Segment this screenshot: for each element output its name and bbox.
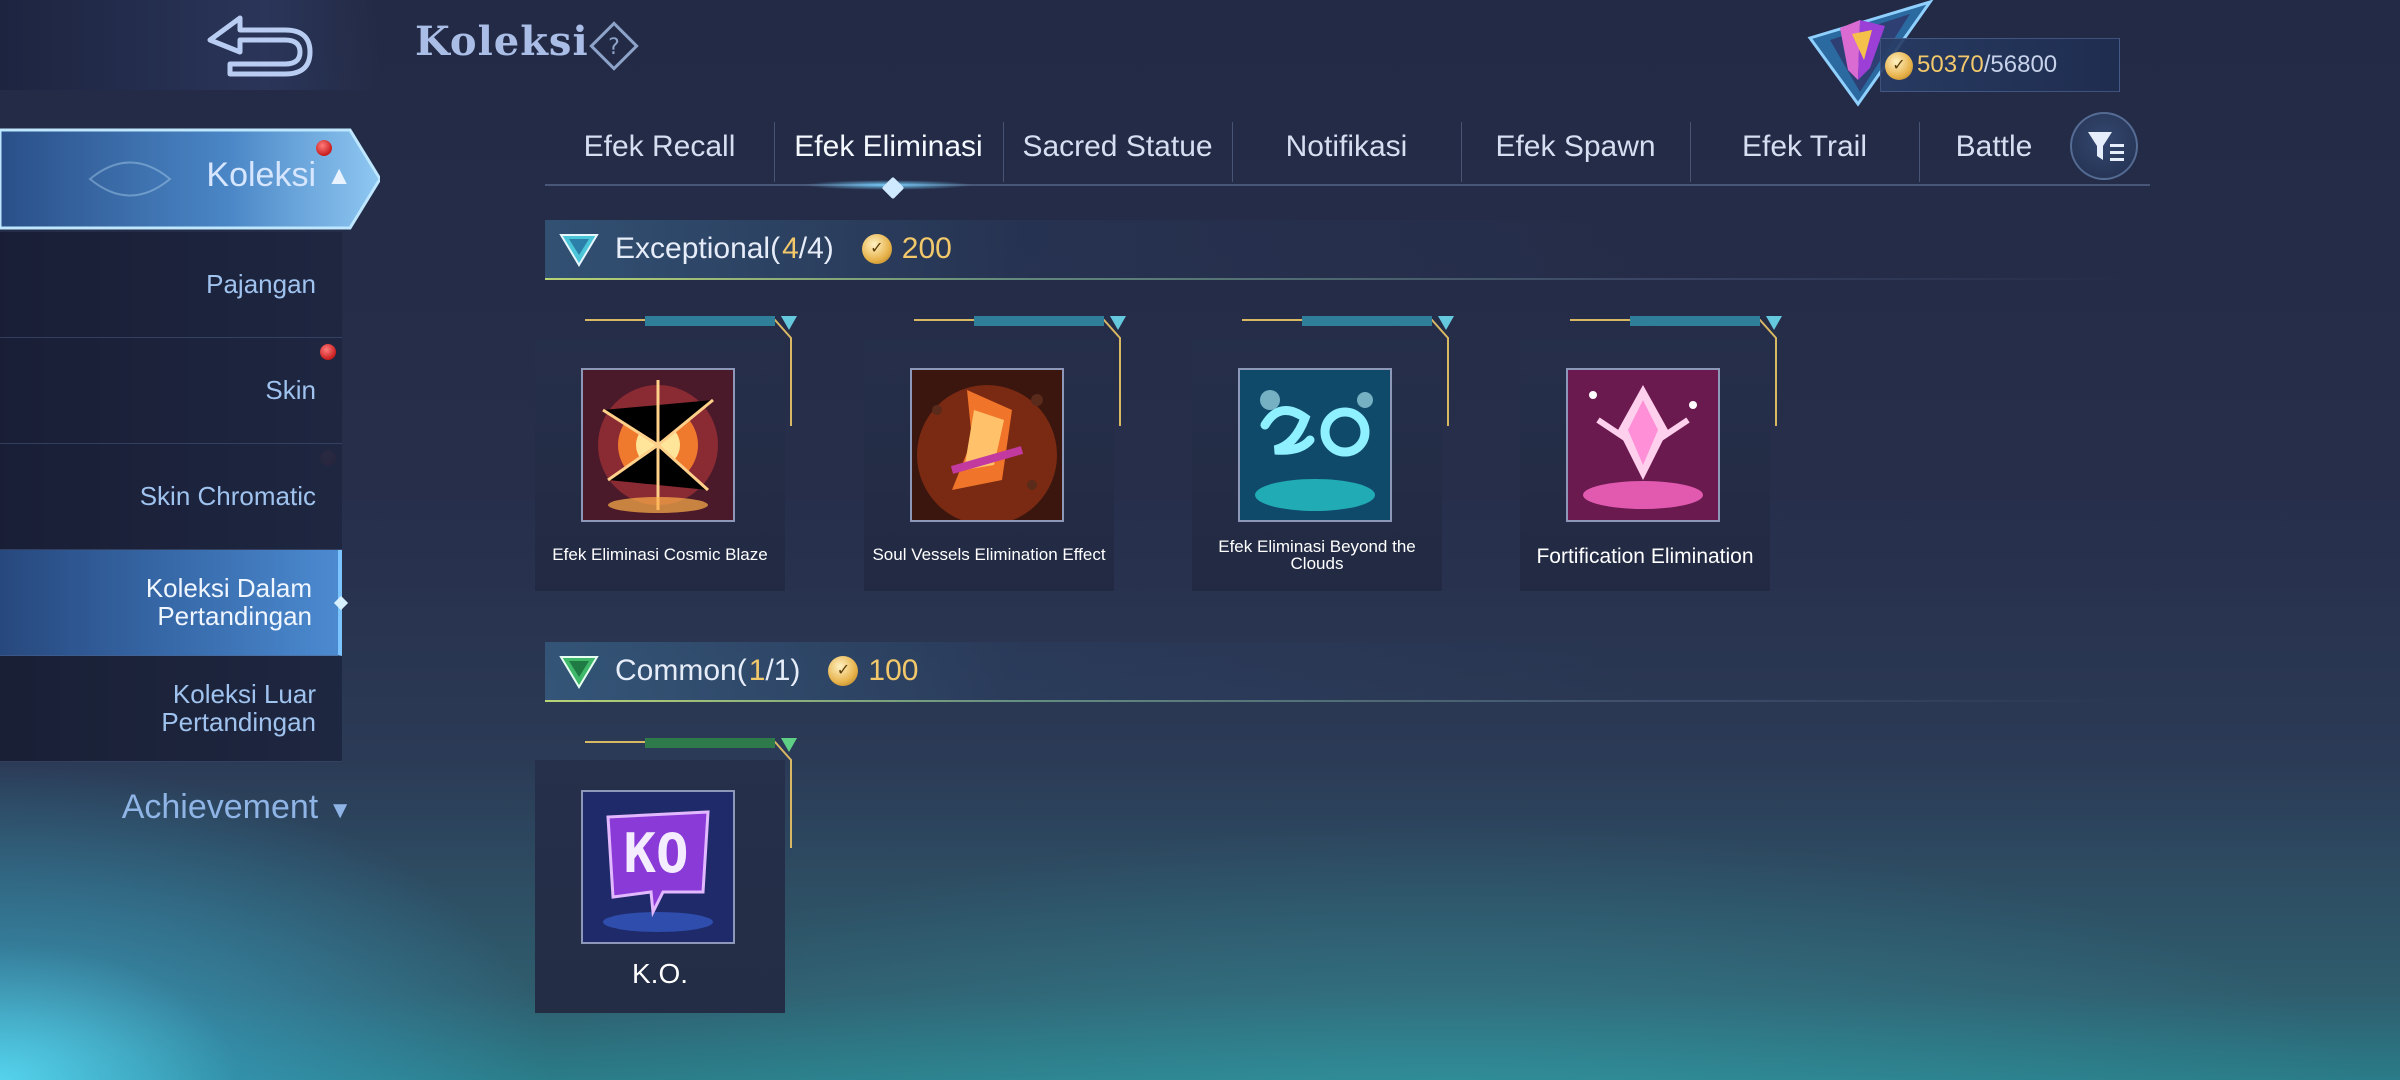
section-name: Exceptional( — [615, 232, 781, 265]
section-exceptional-header: Exceptional(4/4) ✓ 200 — [545, 220, 2125, 280]
coin-icon: ✓ — [828, 656, 859, 686]
card-title: Efek Eliminasi Cosmic Blaze — [552, 545, 768, 564]
back-button[interactable] — [190, 10, 320, 80]
tab-efek-spawn[interactable]: Efek Spawn — [1461, 118, 1690, 184]
sidebar-achievement[interactable]: Achievement ▼ — [0, 788, 360, 827]
currency-display[interactable]: ✓ 50370 /56800 — [1880, 38, 2120, 92]
sidebar-item-pajangan[interactable]: Pajangan — [0, 232, 342, 338]
section-count: 4/4) — [782, 232, 834, 266]
section-points: 100 — [868, 654, 919, 687]
card-title: Fortification Elimination — [1536, 545, 1754, 568]
sidebar-item-label: Pajangan — [206, 268, 316, 299]
section-count: 1/1) — [749, 654, 801, 688]
tab-efek-recall[interactable]: Efek Recall — [545, 118, 774, 184]
filter-icon — [2088, 132, 2124, 161]
common-tier-icon — [559, 656, 599, 689]
category-tabs: Efek Recall Efek Eliminasi Sacred Statue… — [545, 118, 2150, 190]
collection-card[interactable]: KO K.O. — [535, 738, 797, 1013]
achievement-label: Achievement — [121, 788, 319, 826]
skin-notification-dot — [320, 344, 336, 360]
section-common-header: Common(1/1) ✓ 100 — [545, 642, 2125, 702]
collection-card[interactable]: Fortification Elimination — [1520, 316, 1782, 591]
help-diamond-icon: ? — [589, 21, 639, 71]
currency-current: 50370 — [1917, 51, 1984, 78]
owned-count: 4 — [782, 232, 799, 265]
coin-icon: ✓ — [861, 234, 892, 264]
notification-dot — [316, 140, 332, 156]
back-arrow-icon — [207, 15, 313, 77]
fortification-thumbnail — [1566, 368, 1720, 522]
svg-text:?: ? — [608, 35, 620, 60]
owned-count: 1 — [748, 654, 766, 687]
sidebar-item-label: Koleksi Dalam Pertandingan — [145, 573, 312, 631]
sidebar-item-skin[interactable]: Skin — [0, 338, 342, 466]
background-glow-bottom — [500, 820, 2400, 1080]
tab-battle[interactable]: Battle — [1919, 118, 2069, 184]
sidebar-item-koleksi-luar-pertandingan[interactable]: Koleksi Luar Pertandingan — [0, 656, 342, 762]
chevron-up-icon: ▲ — [326, 160, 352, 190]
sidebar-main-label: Koleksi — [206, 156, 316, 194]
tab-efek-trail[interactable]: Efek Trail — [1690, 118, 1919, 184]
tab-notifikasi[interactable]: Notifikasi — [1232, 118, 1461, 184]
sidebar-item-koleksi-dalam-pertandingan[interactable]: Koleksi Dalam Pertandingan — [0, 550, 342, 656]
chevron-down-icon: ▼ — [328, 797, 352, 824]
sidebar-item-skin-chromatic[interactable]: Skin Chromatic — [0, 444, 342, 550]
card-title: K.O. — [631, 958, 688, 989]
tab-efek-eliminasi[interactable]: Efek Eliminasi — [774, 118, 1003, 190]
beyond-the-clouds-thumbnail — [1238, 368, 1392, 522]
soul-vessels-thumbnail — [910, 368, 1064, 522]
card-title: Efek Eliminasi Beyond the Clouds — [1218, 537, 1416, 573]
collection-card[interactable]: Soul Vessels Elimination Effect — [864, 316, 1126, 591]
section-name: Common( — [615, 654, 747, 687]
filter-button[interactable] — [2070, 112, 2138, 180]
total-count: /4) — [798, 232, 834, 265]
sidebar-list: Pajangan Skin Skin Chromatic Koleksi Dal… — [0, 232, 342, 762]
ko-thumbnail: KO — [581, 790, 735, 944]
section-points: 200 — [901, 232, 952, 265]
sidebar-item-label: Skin Chromatic — [139, 480, 316, 511]
total-count: /1) — [765, 654, 801, 687]
tab-sacred-statue[interactable]: Sacred Statue — [1003, 118, 1232, 184]
card-title: Soul Vessels Elimination Effect — [872, 545, 1106, 564]
currency-max: /56800 — [1983, 51, 2058, 78]
sidebar-main-koleksi[interactable]: Koleksi ▲ — [0, 126, 380, 232]
help-button[interactable]: ? — [588, 20, 640, 72]
coin-icon: ✓ — [1885, 52, 1913, 80]
collection-card[interactable]: Efek Eliminasi Cosmic Blaze — [535, 316, 797, 591]
svg-text:KO: KO — [623, 822, 688, 885]
collection-card[interactable]: Efek Eliminasi Beyond the Clouds — [1192, 316, 1454, 591]
cosmic-blaze-thumbnail — [581, 368, 735, 522]
exceptional-tier-icon — [559, 234, 599, 267]
sidebar-item-label: Koleksi Luar Pertandingan — [161, 679, 316, 737]
page-title: Koleksi — [415, 18, 589, 65]
sidebar-item-label: Skin — [265, 374, 316, 405]
